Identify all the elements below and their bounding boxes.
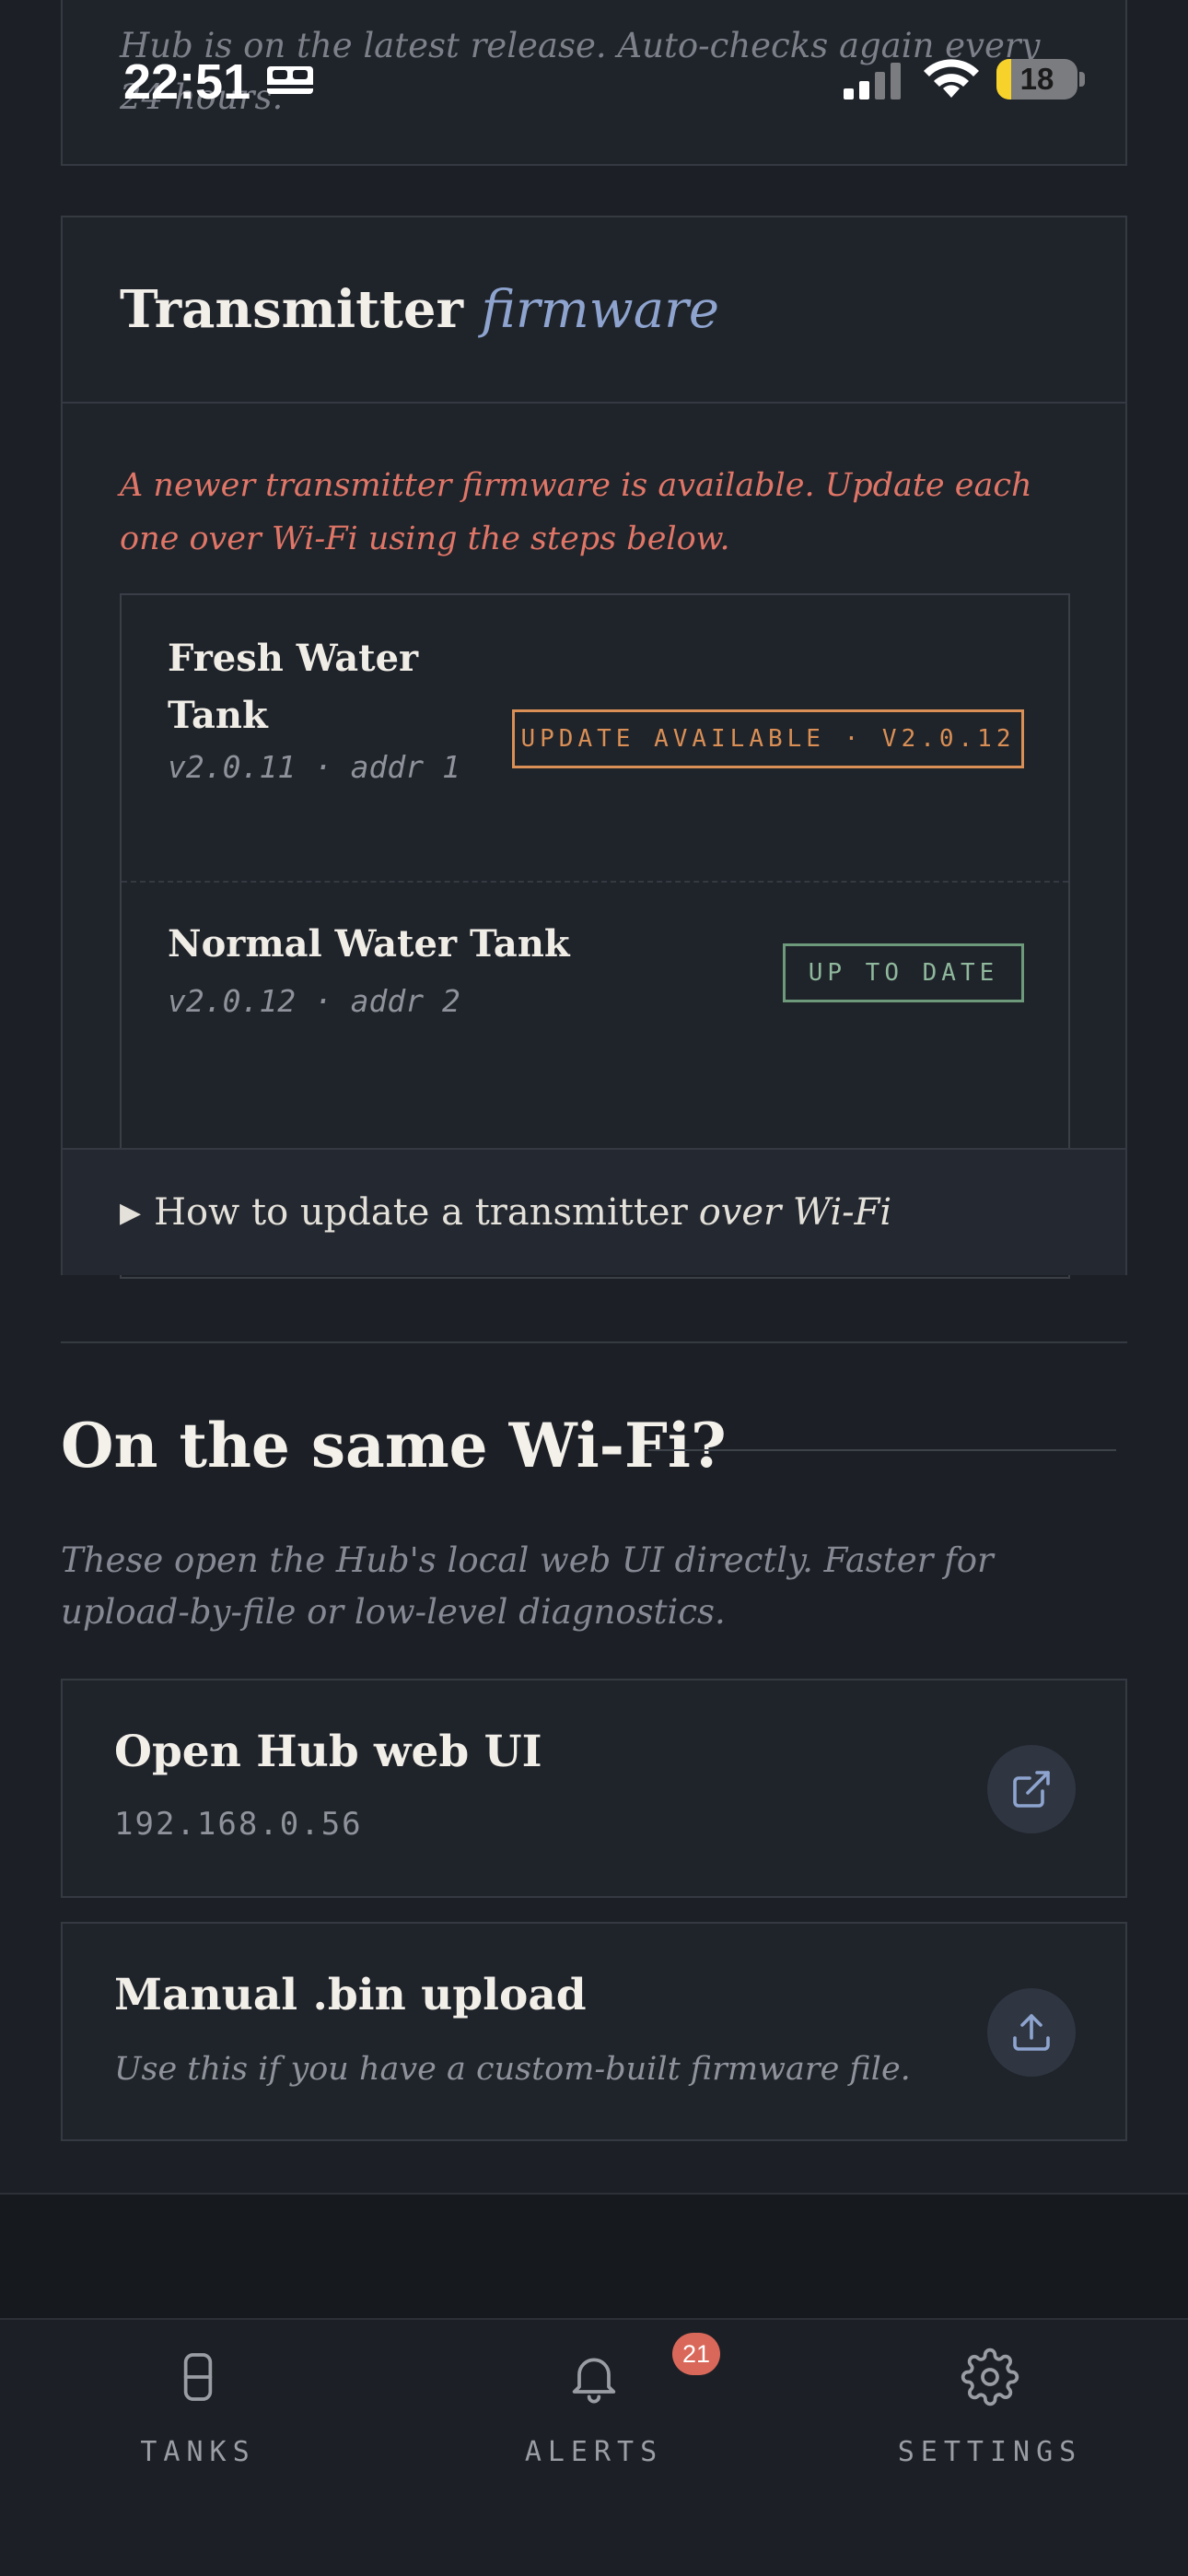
up-to-date-badge: UP TO DATE xyxy=(783,943,1024,1002)
open-hub-web-ui-card[interactable]: Open Hub web UI 192.168.0.56 xyxy=(61,1679,1127,1898)
transmitter-meta: v2.0.11 · addr 1 xyxy=(168,749,460,785)
disclosure-triangle-icon: ▶ xyxy=(120,1196,142,1229)
transmitter-row[interactable]: Normal Water Tank v2.0.12 · addr 2 UP TO… xyxy=(122,883,1068,1063)
howto-label: How to update a transmitter xyxy=(154,1191,688,1234)
page-footer-space xyxy=(0,2193,1188,2318)
transmitter-meta: v2.0.12 · addr 2 xyxy=(168,983,460,1019)
transmitter-name: Fresh Water Tank xyxy=(168,637,419,737)
hub-release-note: Hub is on the latest release. Auto-check… xyxy=(120,26,1041,117)
transmitter-row[interactable]: Fresh Water Tank v2.0.11 · addr 1 UPDATE… xyxy=(122,595,1068,883)
same-wifi-description: These open the Hub's local web UI direct… xyxy=(61,1540,994,1632)
manual-bin-upload-card[interactable]: Manual .bin upload Use this if you have … xyxy=(61,1922,1127,2141)
open-hub-button[interactable] xyxy=(987,1745,1076,1833)
tab-alerts[interactable]: ALERTS xyxy=(396,2320,792,2504)
tab-settings[interactable]: SETTINGS xyxy=(792,2320,1188,2504)
transmitter-firmware-card: Transmitter firmware A newer transmitter… xyxy=(61,216,1127,1279)
hub-ip-address: 192.168.0.56 xyxy=(114,1806,363,1843)
howto-label-emphasis: over Wi-Fi xyxy=(698,1191,892,1234)
section-divider xyxy=(61,1341,1127,1343)
same-wifi-title: On the same Wi-Fi? xyxy=(61,1410,727,1481)
title-emphasis: firmware xyxy=(481,280,719,340)
external-link-icon xyxy=(1013,1771,1050,1808)
tab-label: TANKS xyxy=(140,2436,256,2468)
open-hub-title: Open Hub web UI xyxy=(114,1727,542,1777)
bottom-tab-bar: TANKS ALERTS SETTINGS xyxy=(0,2318,1188,2576)
firmware-update-notice: A newer transmitter firmware is availabl… xyxy=(120,467,1032,557)
manual-upload-subtitle: Use this if you have a custom-built firm… xyxy=(114,2051,911,2088)
upload-icon xyxy=(1013,2014,1050,2051)
gear-icon xyxy=(961,2348,1019,2406)
alerts-count-badge: 21 xyxy=(672,2333,720,2375)
title-rule xyxy=(648,1449,1116,1451)
tab-label: SETTINGS xyxy=(897,2436,1083,2468)
bell-icon xyxy=(572,2358,616,2404)
update-available-badge[interactable]: UPDATE AVAILABLE · V2.0.12 xyxy=(512,709,1024,768)
section-title: Transmitter firmware xyxy=(120,279,719,340)
hub-release-card: Hub is on the latest release. Auto-check… xyxy=(61,0,1127,166)
manual-upload-title: Manual .bin upload xyxy=(114,1970,587,2020)
manual-upload-button[interactable] xyxy=(987,1988,1076,2077)
title-main: Transmitter xyxy=(120,279,464,340)
howto-update-disclosure[interactable]: ▶ How to update a transmitter over Wi-Fi xyxy=(63,1148,1125,1275)
transmitter-name: Normal Water Tank xyxy=(168,922,570,966)
tab-label: ALERTS xyxy=(524,2436,664,2468)
tab-tanks[interactable]: TANKS xyxy=(0,2320,396,2504)
transmitter-firmware-header: Transmitter firmware xyxy=(63,217,1125,404)
tank-icon xyxy=(183,2353,213,2401)
